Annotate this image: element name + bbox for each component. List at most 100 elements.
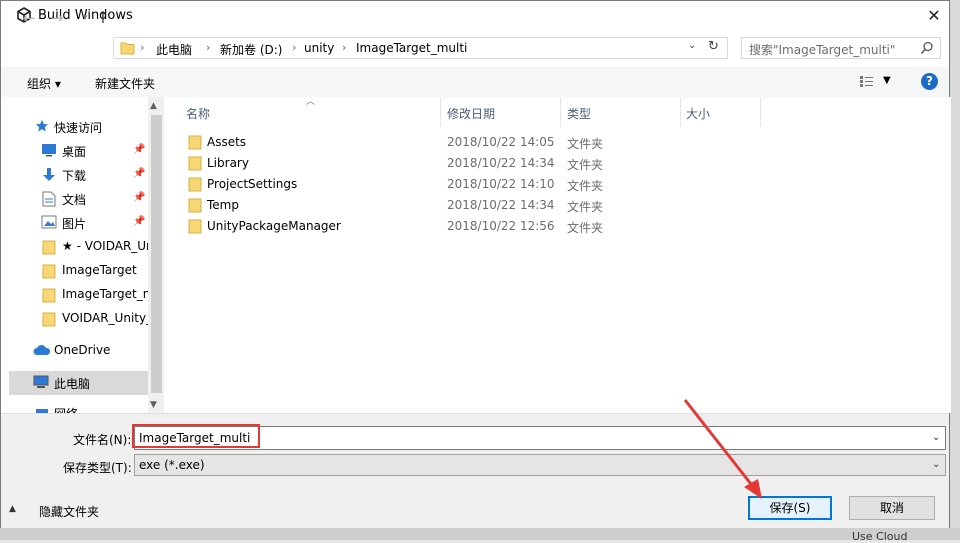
sidebar-item-network[interactable]: 网络 — [1, 401, 148, 413]
chevron-down-icon[interactable]: ⌄ — [688, 40, 696, 51]
sidebar-item-folder[interactable]: ImageTarget_n — [1, 283, 148, 307]
file-row[interactable]: UnityPackageManager 2018/10/22 12:56 文件夹 — [186, 216, 786, 237]
chevron-up-icon[interactable]: ▲ — [9, 504, 16, 514]
sidebar-item-quick-access[interactable]: 快速访问 — [1, 115, 148, 139]
navigation-scrollbar-thumb[interactable] — [151, 115, 162, 393]
new-folder-button[interactable]: 新建文件夹 — [95, 75, 155, 92]
breadcrumb-unity[interactable]: unity — [304, 41, 334, 55]
document-icon — [42, 191, 56, 207]
file-type: 文件夹 — [567, 158, 604, 172]
folder-icon — [188, 198, 202, 213]
scroll-down-icon[interactable]: ▼ — [150, 400, 157, 410]
breadcrumb-separator: › — [292, 41, 297, 54]
title-bar: Build Windows ✕ — [1, 1, 949, 31]
chevron-down-icon[interactable]: ⌄ — [932, 432, 940, 443]
organize-button[interactable]: 组织 ▾ — [27, 75, 61, 92]
address-bar[interactable]: › 此电脑 › 新加卷 (D:) › unity › ImageTarget_m… — [113, 37, 728, 59]
folder-icon — [188, 219, 202, 234]
sidebar-item-label: ImageTarget_n — [62, 287, 148, 301]
sidebar-item-label: 下载 — [62, 169, 87, 183]
file-row[interactable]: Assets 2018/10/22 14:05 文件夹 — [186, 132, 786, 153]
sidebar-item-label: 图片 — [62, 217, 87, 231]
column-divider[interactable] — [560, 97, 561, 127]
picture-icon — [41, 215, 57, 229]
background-app-bottom — [0, 528, 960, 540]
sidebar-item-label: ImageTarget — [62, 263, 137, 277]
search-placeholder: 搜索"ImageTarget_multi" — [749, 43, 896, 57]
file-name: UnityPackageManager — [207, 219, 341, 233]
help-icon[interactable]: ? — [921, 73, 938, 90]
annotation-arrow-icon — [683, 399, 762, 499]
sidebar-item-folder[interactable]: VOIDAR_Unity_ — [1, 307, 148, 331]
file-name: ProjectSettings — [207, 177, 298, 191]
save-type-select[interactable]: exe (*.exe) ⌄ — [134, 454, 946, 476]
column-divider[interactable] — [760, 97, 761, 127]
pin-icon: 📌 — [133, 168, 146, 179]
filename-label: 文件名(N): — [73, 433, 132, 447]
background-use-cloud-text: Use Cloud — [852, 530, 908, 543]
chevron-down-icon[interactable]: ⌄ — [932, 459, 940, 470]
sidebar-item-label: 文档 — [62, 193, 87, 207]
file-date: 2018/10/22 14:34 — [447, 156, 555, 170]
hide-folders-toggle[interactable]: 隐藏文件夹 — [23, 503, 99, 520]
sidebar-item-onedrive[interactable]: OneDrive — [1, 339, 148, 363]
column-divider[interactable] — [440, 97, 441, 127]
scroll-up-icon[interactable]: ▲ — [150, 101, 157, 111]
sidebar-item-documents[interactable]: 文档 📌 — [1, 187, 148, 211]
column-header-size[interactable]: 大小 — [686, 105, 710, 122]
breadcrumb-current[interactable]: ImageTarget_multi — [356, 41, 467, 55]
pin-icon: 📌 — [133, 216, 146, 227]
save-dialog: Build Windows ✕ ← → ▾ ↑ › 此电脑 › 新加卷 (D:)… — [0, 0, 951, 528]
file-type: 文件夹 — [567, 200, 604, 214]
folder-icon — [120, 42, 135, 55]
file-name: Temp — [207, 198, 239, 212]
file-row[interactable]: Temp 2018/10/22 14:34 文件夹 — [186, 195, 786, 216]
sidebar-item-pictures[interactable]: 图片 📌 — [1, 211, 148, 235]
folder-icon — [42, 264, 56, 279]
download-icon — [43, 168, 55, 181]
sidebar-item-label: 网络 — [54, 405, 78, 413]
sidebar-item-folder[interactable]: ImageTarget — [1, 259, 148, 283]
back-button[interactable]: ← — [19, 9, 39, 27]
folder-icon — [42, 312, 56, 327]
file-name: Assets — [207, 135, 247, 149]
search-input[interactable]: 搜索"ImageTarget_multi" — [741, 37, 941, 59]
breadcrumb-drive[interactable]: 新加卷 (D:) — [220, 41, 282, 58]
command-toolbar: 组织 ▾ 新建文件夹 ▼ — [1, 67, 949, 97]
column-header-name[interactable]: 名称 — [186, 105, 210, 122]
close-button[interactable]: ✕ — [919, 3, 949, 29]
sidebar-item-folder[interactable]: ★ - VOIDAR_Ur — [1, 235, 148, 259]
file-row[interactable]: Library 2018/10/22 14:34 文件夹 — [186, 153, 786, 174]
file-name: Library — [207, 156, 249, 170]
breadcrumb-separator: › — [140, 41, 145, 54]
recent-locations-button[interactable]: ▾ — [75, 9, 95, 27]
breadcrumb-this-pc[interactable]: 此电脑 — [156, 41, 192, 58]
sidebar-item-label: 桌面 — [62, 145, 87, 159]
file-date: 2018/10/22 14:05 — [447, 135, 555, 149]
hide-folders-label: 隐藏文件夹 — [39, 505, 100, 519]
forward-button[interactable]: → — [47, 9, 67, 27]
up-button[interactable]: ↑ — [93, 9, 113, 27]
folder-icon — [188, 135, 202, 150]
annotation-highlight-box — [132, 424, 260, 448]
sidebar-item-desktop[interactable]: 桌面 📌 — [1, 139, 148, 163]
column-header-date[interactable]: 修改日期 — [447, 105, 495, 122]
sidebar-item-label: 快速访问 — [54, 121, 103, 135]
column-header-type[interactable]: 类型 — [567, 105, 591, 122]
sidebar-item-label: 此电脑 — [54, 377, 91, 391]
view-options-icon[interactable] — [859, 75, 875, 88]
column-divider[interactable] — [680, 97, 681, 127]
folder-icon — [188, 177, 202, 192]
desktop-icon — [42, 144, 56, 157]
sidebar-item-label: VOIDAR_Unity_ — [62, 311, 148, 325]
cloud-icon — [33, 345, 51, 355]
computer-icon — [33, 375, 49, 388]
sidebar-item-this-pc[interactable]: 此电脑 — [9, 371, 148, 395]
cancel-button[interactable]: 取消 — [849, 496, 935, 520]
sidebar-item-downloads[interactable]: 下载 📌 — [1, 163, 148, 187]
folder-icon — [42, 240, 56, 255]
star-icon — [36, 120, 48, 132]
file-row[interactable]: ProjectSettings 2018/10/22 14:10 文件夹 — [186, 174, 786, 195]
chevron-down-icon[interactable]: ▼ — [883, 75, 891, 86]
refresh-icon[interactable]: ↻ — [708, 39, 719, 54]
